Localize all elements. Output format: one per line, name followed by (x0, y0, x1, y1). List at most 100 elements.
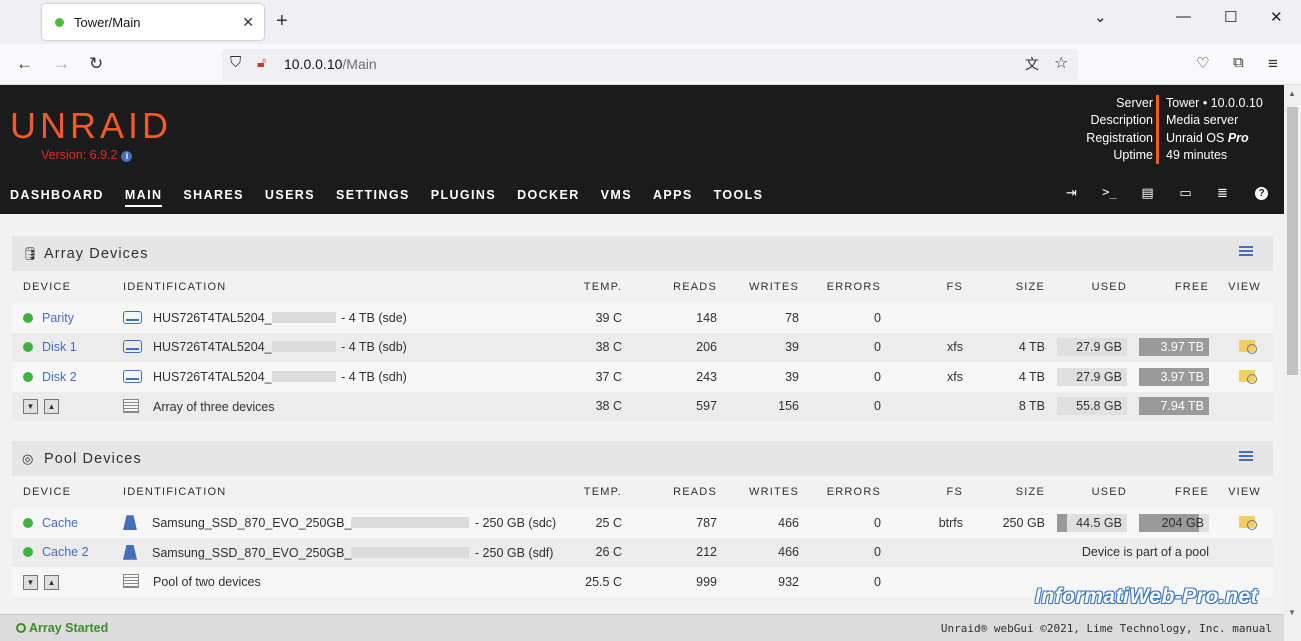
feedback-icon[interactable]: ▤ (1140, 185, 1155, 200)
tab-list-icon[interactable]: ⌄ (1094, 8, 1107, 26)
browser-tabbar: Tower/Main ✕ + ⌄ — ☐ ✕ (0, 0, 1301, 44)
address-bar[interactable]: ⛉ 🔓︎ 10.0.0.10/Main 文 ☆ (222, 49, 1078, 81)
table-row: Cache 2 Samsung_SSD_870_EVO_250GB_ - 250… (12, 537, 1273, 567)
ssd-icon (123, 544, 137, 560)
uptime-value: 49 minutes (1166, 147, 1228, 162)
hdd-icon (123, 369, 142, 383)
status-ok-icon (23, 517, 33, 528)
array-devices-table: DEVICE IDENTIFICATION TEMP. READS WRITES… (12, 271, 1273, 421)
device-link[interactable]: Disk 2 (42, 370, 77, 384)
scroll-up-icon[interactable]: ▲ (1288, 89, 1296, 98)
favicon-icon (55, 17, 64, 27)
minimize-icon[interactable]: — (1176, 8, 1191, 25)
status-footer: Array Started Unraid® webGui ©2021, Lime… (0, 614, 1284, 641)
pool-devices-panel: ◎ Pool Devices DEVICE IDENTIFICATION TEM… (12, 441, 1273, 597)
device-link[interactable]: Disk 1 (42, 340, 77, 354)
toggle-view-icon[interactable] (1239, 246, 1253, 258)
table-header: DEVICE IDENTIFICATION TEMP. READS WRITES… (12, 271, 1273, 303)
reload-icon[interactable]: ↻ (89, 54, 103, 74)
copyright: Unraid® webGui ©2021, Lime Technology, I… (940, 622, 1272, 635)
collapse-down-button[interactable]: ▼ (23, 399, 38, 415)
menu-icon[interactable]: ≡ (1268, 54, 1278, 74)
forward-icon[interactable]: → (53, 54, 70, 74)
status-ok-icon (23, 547, 33, 558)
scroll-down-icon[interactable]: ▼ (1288, 608, 1296, 617)
browser-navbar: ← → ↻ ⛉ 🔓︎ 10.0.0.10/Main 文 ☆ ♡ ⧉ ≡ (0, 44, 1301, 85)
table-header: DEVICE IDENTIFICATION TEMP. READS WRITES… (12, 476, 1273, 508)
url-text[interactable]: 10.0.0.10/Main (284, 56, 377, 72)
nav-shares[interactable]: SHARES (183, 188, 244, 207)
nav-main[interactable]: MAIN (124, 188, 163, 207)
insecure-lock-icon[interactable]: 🔓︎ (257, 54, 266, 71)
terminal-icon[interactable]: >_ (1102, 185, 1117, 200)
server-info-values: Tower • 10.0.0.10 Media server Unraid OS… (1166, 95, 1263, 164)
status-ok-icon (23, 371, 33, 382)
browse-folder-icon[interactable] (1239, 515, 1257, 530)
page-scrollbar[interactable]: ▲ ▼ (1284, 85, 1301, 641)
redacted-serial (351, 546, 470, 558)
monitor-icon[interactable]: ▭ (1178, 185, 1193, 200)
pocket-icon[interactable]: ♡ (1196, 54, 1209, 72)
browser-tab[interactable]: Tower/Main ✕ (42, 4, 264, 40)
status-ok-icon (23, 342, 33, 353)
collapse-down-button[interactable]: ▼ (23, 574, 38, 590)
nav-plugins[interactable]: PLUGINS (431, 188, 496, 207)
free-bar: 204 GB (1139, 513, 1209, 532)
browse-folder-icon[interactable] (1239, 369, 1257, 384)
collapse-up-button[interactable]: ▲ (44, 399, 59, 415)
redacted-serial (271, 341, 336, 353)
version-label: Version: 6.9.2 i (41, 148, 133, 162)
table-row: Disk 1 HUS726T4TAL5204_ - 4 TB (sdb) 38 … (12, 332, 1273, 362)
list-icon (123, 574, 139, 589)
nav-tools[interactable]: TOOLS (714, 188, 764, 207)
browse-folder-icon[interactable] (1239, 340, 1257, 355)
maximize-icon[interactable]: ☐ (1224, 8, 1237, 26)
summary-row: ▼ ▲ Array of three devices 38 C 597 156 0… (12, 391, 1273, 421)
close-tab-icon[interactable]: ✕ (242, 14, 254, 31)
server-info-divider (1156, 95, 1159, 164)
array-devices-title: 🛢︎ Array Devices (12, 236, 1273, 271)
device-link[interactable]: Parity (42, 311, 74, 325)
unraid-logo[interactable]: UNRAID (10, 105, 172, 147)
registration-value[interactable]: Unraid OS Pro (1166, 130, 1263, 147)
list-icon (123, 398, 139, 413)
nav-dashboard[interactable]: DASHBOARD (10, 188, 104, 207)
tab-title: Tower/Main (74, 14, 141, 30)
logout-icon[interactable]: ⇥ (1064, 185, 1079, 200)
back-icon[interactable]: ← (16, 54, 33, 74)
table-row: Parity HUS726T4TAL5204_ - 4 TB (sde) 39 … (12, 303, 1273, 333)
array-status: Array Started (16, 621, 108, 635)
nav-docker[interactable]: DOCKER (517, 188, 580, 207)
server-info-labels: Server Description Registration Uptime (1086, 96, 1153, 162)
table-row: Cache Samsung_SSD_870_EVO_250GB_ - 250 G… (12, 508, 1273, 538)
device-link[interactable]: Cache 2 (42, 545, 89, 559)
used-bar: 44.5 GB (1057, 513, 1127, 532)
play-icon (16, 623, 26, 633)
unraid-header: UNRAID Version: 6.9.2 i Server Descriptio… (0, 85, 1284, 214)
bookmark-star-icon[interactable]: ☆ (1054, 53, 1068, 73)
nav-apps[interactable]: APPS (653, 188, 693, 207)
database-icon: 🛢︎ (22, 245, 40, 261)
array-devices-panel: 🛢︎ Array Devices DEVICE IDENTIFICATION T… (12, 236, 1273, 421)
device-link[interactable]: Cache (42, 516, 78, 530)
info-icon[interactable]: i (121, 151, 133, 162)
nav-settings[interactable]: SETTINGS (336, 188, 410, 207)
nav-users[interactable]: USERS (265, 188, 315, 207)
scrollbar-thumb[interactable] (1287, 107, 1298, 375)
redacted-serial (271, 370, 336, 382)
watermark: InformatiWeb-Pro.net (1035, 585, 1259, 608)
pool-devices-title: ◎ Pool Devices (12, 441, 1273, 476)
nav-vms[interactable]: VMS (601, 188, 632, 207)
shield-icon[interactable]: ⛉ (230, 54, 241, 71)
used-bar: 27.9 GB (1057, 338, 1127, 357)
close-window-icon[interactable]: ✕ (1270, 8, 1283, 26)
extensions-icon[interactable]: ⧉ (1233, 54, 1244, 71)
translate-icon[interactable]: 文 (1025, 54, 1039, 74)
help-icon[interactable]: ? (1255, 187, 1268, 200)
used-bar: 55.8 GB (1057, 397, 1127, 416)
new-tab-icon[interactable]: + (276, 10, 288, 33)
log-icon[interactable]: ≣ (1215, 185, 1230, 200)
table-row: Disk 2 HUS726T4TAL5204_ - 4 TB (sdh) 37 … (12, 362, 1273, 392)
toggle-view-icon[interactable] (1239, 451, 1253, 463)
collapse-up-button[interactable]: ▲ (44, 574, 59, 590)
